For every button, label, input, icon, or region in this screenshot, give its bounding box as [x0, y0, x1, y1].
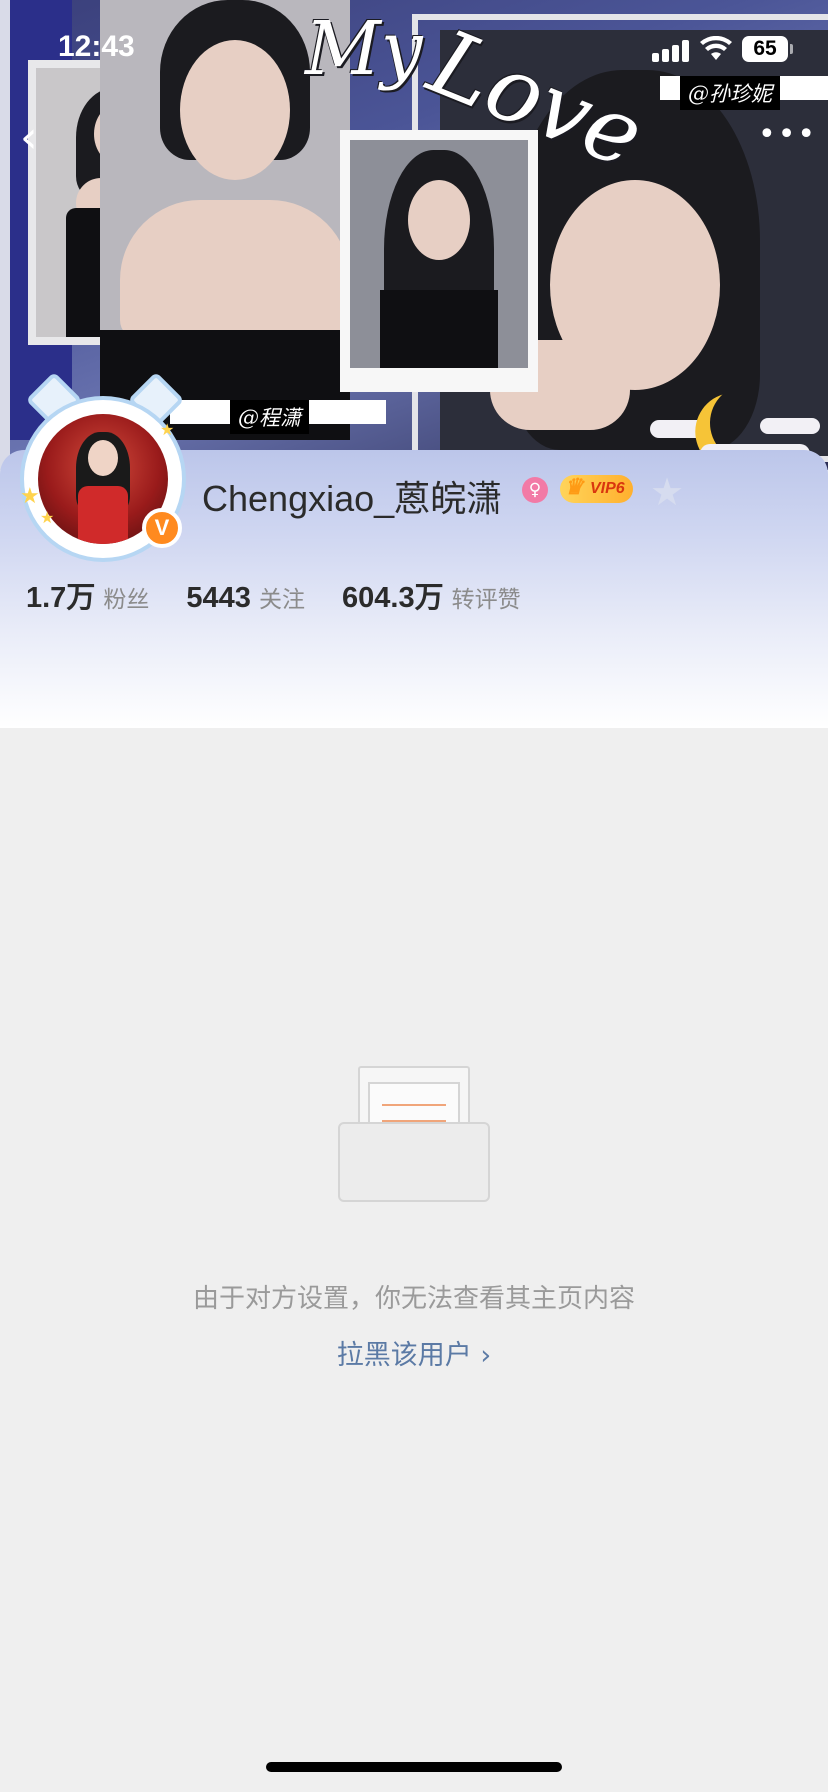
banner-tag-top: @孙珍妮 [680, 76, 780, 110]
star-icon: ★ [160, 420, 175, 439]
cover-photo-polaroid [340, 130, 538, 392]
avatar[interactable]: ★ ★ ★ V [20, 371, 190, 558]
more-button[interactable]: ••• [758, 120, 815, 152]
banner-tag-bottom: @程潇 [230, 400, 309, 434]
stat-value: 604.3万 [342, 582, 444, 614]
block-user-link[interactable]: 拉黑该用户 › [0, 1333, 828, 1372]
star-decoration-icon: ★ [650, 470, 685, 514]
stat-value: 1.7万 [26, 582, 96, 614]
vip-badge[interactable]: ♛ VIP6 [560, 474, 633, 503]
profile-stats: 1.7万 粉丝 5443 关注 604.3万 转评赞 [26, 574, 553, 614]
cloud-decoration [650, 420, 710, 438]
status-time: 12:43 [58, 30, 135, 63]
stat-likes[interactable]: 604.3万 转评赞 [342, 574, 521, 616]
verified-icon: V [142, 508, 182, 548]
stat-label: 关注 [258, 587, 305, 613]
stat-following[interactable]: 5443 关注 [186, 580, 305, 615]
star-icon: ★ [20, 484, 40, 509]
home-indicator[interactable] [266, 1762, 562, 1772]
stat-value: 5443 [186, 582, 251, 614]
back-icon: ‹ [20, 112, 38, 163]
star-icon: ★ [40, 508, 55, 527]
wifi-icon [700, 35, 732, 69]
stat-label: 转评赞 [451, 587, 521, 613]
empty-box-icon [338, 1066, 490, 1202]
vip-crown-icon: ♛ [564, 474, 584, 499]
stat-followers[interactable]: 1.7万 粉丝 [26, 574, 149, 616]
battery-icon: 65 [742, 36, 793, 62]
username: Chengxiao_蒽皖潇 [202, 478, 503, 519]
female-icon: ♀ [522, 477, 548, 503]
signal-icon [652, 40, 692, 62]
empty-state-message: 由于对方设置，你无法查看其主页内容 [192, 1284, 635, 1314]
status-bar: 12:43 65 [0, 28, 828, 72]
stat-label: 粉丝 [103, 587, 150, 613]
more-icon: ••• [758, 117, 818, 152]
vip-label: VIP6 [590, 480, 625, 497]
back-button[interactable]: ‹ [20, 116, 54, 162]
